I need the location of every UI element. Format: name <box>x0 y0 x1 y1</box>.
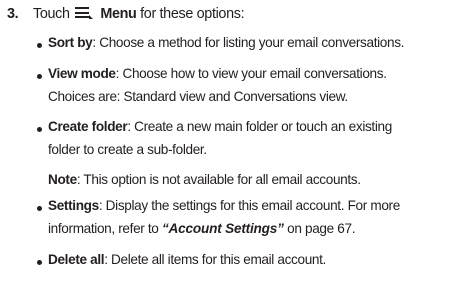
create-folder-desc-2: folder to create a sub-folder. <box>48 142 207 157</box>
menu-icon <box>75 6 95 19</box>
view-mode-desc-1: : Choose how to view your email conversa… <box>115 66 387 81</box>
view-mode-desc-2: Choices are: Standard view and Conversat… <box>48 89 348 104</box>
bullet-dot <box>37 206 42 211</box>
settings-desc-2: information, refer to <box>48 221 159 236</box>
delete-all-line-1: Delete all: Delete all items for this em… <box>48 252 326 267</box>
settings-line-1: Settings: Display the settings for this … <box>48 198 400 213</box>
bullet-dot <box>37 74 42 79</box>
note-label: Note <box>48 172 77 187</box>
term-delete-all: Delete all <box>48 252 105 267</box>
term-settings: Settings <box>48 198 99 213</box>
settings-desc-1: : Display the settings for this email ac… <box>98 198 400 213</box>
sort-by-desc: : Choose a method for listing your email… <box>92 35 405 50</box>
create-folder-desc-1: : Create a new main folder or touch an e… <box>127 119 392 134</box>
manual-page: 3. Touch Menu for these options: Sort by:… <box>0 0 470 295</box>
step-rest-text: for these options: <box>140 6 245 22</box>
page-reference: on page 67. <box>283 221 356 236</box>
bullet-dot <box>37 43 42 48</box>
term-view-mode: View mode <box>48 66 116 81</box>
step-number: 3. <box>7 6 19 22</box>
create-folder-line-2: folder to create a sub-folder. <box>48 142 207 157</box>
term-sort-by: Sort by <box>48 35 93 50</box>
view-mode-line-1: View mode: Choose how to view your email… <box>48 66 387 81</box>
step-touch-text: Touch <box>33 6 70 22</box>
step-3-intro: 3. Touch Menu for these options: <box>7 6 245 22</box>
view-mode-line-2: Choices are: Standard view and Conversat… <box>48 89 348 104</box>
bullet-dot <box>37 127 42 132</box>
note-line: Note: This option is not available for a… <box>48 172 361 187</box>
account-settings-link[interactable]: “Account Settings” <box>162 221 284 236</box>
create-folder-line-1: Create folder: Create a new main folder … <box>48 119 392 134</box>
delete-all-desc: : Delete all items for this email accoun… <box>104 252 326 267</box>
bullet-dot <box>37 260 42 265</box>
menu-label: Menu <box>100 6 137 22</box>
term-create-folder: Create folder <box>48 119 128 134</box>
settings-line-2: information, refer to “Account Settings”… <box>48 221 355 236</box>
note-text: : This option is not available for all e… <box>76 172 361 187</box>
sort-by-line-1: Sort by: Choose a method for listing you… <box>48 35 404 50</box>
